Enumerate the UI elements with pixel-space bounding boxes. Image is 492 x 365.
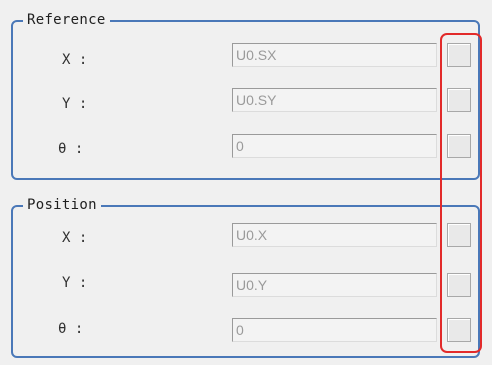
position-x-field[interactable]: U0.X	[232, 223, 437, 247]
position-theta-field[interactable]: 0	[232, 318, 437, 342]
reference-y-label: Y :	[62, 96, 88, 112]
position-y-field[interactable]: U0.Y	[232, 273, 437, 297]
reference-theta-label: θ :	[58, 141, 84, 157]
settings-panel: Reference X : U0.SX Y : U0.SY θ : 0 Posi…	[0, 0, 492, 365]
reference-y-field[interactable]: U0.SY	[232, 88, 437, 112]
position-group-title: Position	[23, 196, 101, 214]
reference-theta-field[interactable]: 0	[232, 134, 437, 158]
reference-x-field[interactable]: U0.SX	[232, 43, 437, 67]
position-theta-label: θ :	[58, 321, 84, 337]
position-x-label: X :	[62, 230, 88, 246]
reference-x-label: X :	[62, 52, 88, 68]
reference-group-title: Reference	[23, 11, 110, 29]
buttons-highlight-box	[440, 33, 482, 353]
position-y-label: Y :	[62, 275, 88, 291]
